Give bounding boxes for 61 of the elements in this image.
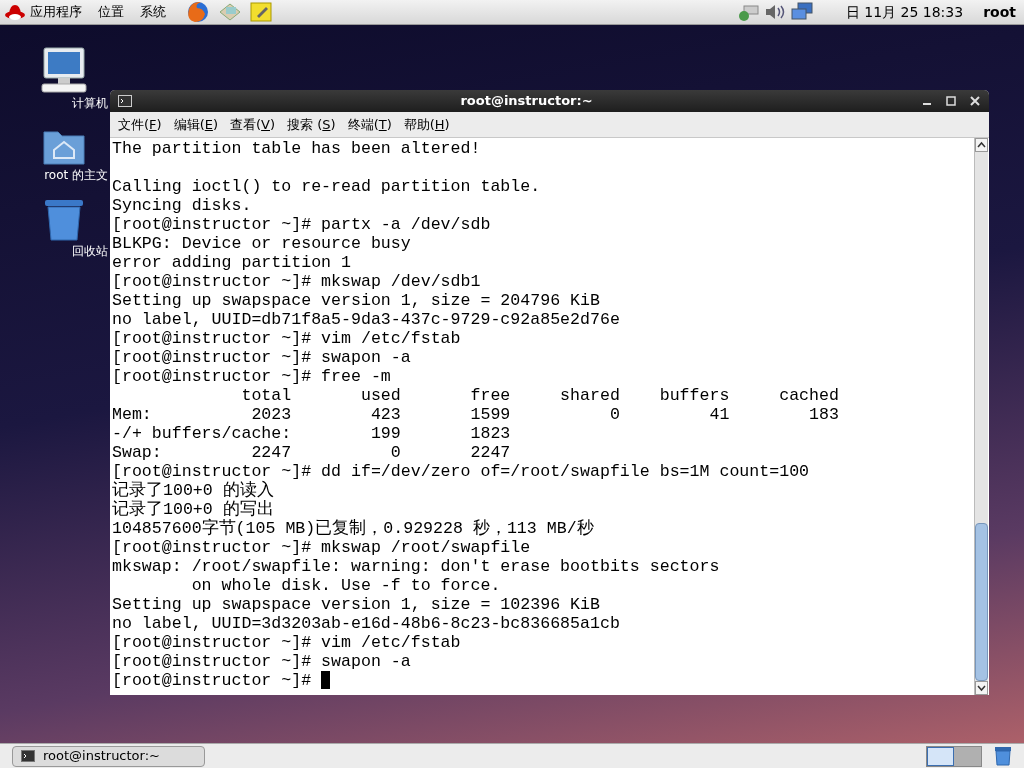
terminal-line: no label, UUID=3d3203ab-e16d-48b6-8c23-bc836685a1cb xyxy=(112,614,620,633)
computer-icon[interactable] xyxy=(40,46,88,94)
menu-item[interactable]: 查看(V) xyxy=(230,114,276,135)
terminal-line: Calling ioctl() to re-read partition table. xyxy=(112,177,541,196)
trash-icon[interactable] xyxy=(43,198,85,242)
menu-item[interactable]: 终端(T) xyxy=(347,114,392,135)
terminal-icon xyxy=(118,95,132,107)
terminal-line: mkswap: /root/swapfile: warning: don't erase bootbits sectors xyxy=(112,557,720,576)
terminal-line: no label, UUID=db71f8a5-9da3-437c-9729-c92a85e2d76e xyxy=(112,310,620,329)
terminal-line: [root@instructor ~]# mkswap /dev/sdb1 xyxy=(112,272,481,291)
terminal-line: Setting up swapspace version 1, size = 102396 KiB xyxy=(112,595,600,614)
scroll-down-icon[interactable] xyxy=(975,681,988,695)
terminal-line: Swap: 2247 0 2247 xyxy=(112,443,511,462)
terminal-line: [root@instructor ~]# dd if=/dev/zero of=/root/swapfile bs=1M count=100 xyxy=(112,462,810,481)
terminal-line: BLKPG: Device or resource busy xyxy=(112,234,411,253)
terminal-line: Setting up swapspace version 1, size = 204796 KiB xyxy=(112,291,600,310)
panel-menu[interactable]: 位置 xyxy=(98,2,124,22)
panel-menu[interactable]: 应用程序 xyxy=(30,2,82,22)
terminal-line: [root@instructor ~]# xyxy=(112,671,313,690)
terminal-line: [root@instructor ~]# vim /etc/fstab xyxy=(112,329,461,348)
menu-item[interactable]: 文件(F) xyxy=(118,114,162,135)
scroll-up-icon[interactable] xyxy=(975,138,988,152)
terminal-line: total used free shared buffers cached xyxy=(240,386,839,405)
notepad-icon[interactable] xyxy=(250,2,272,22)
maximize-icon[interactable] xyxy=(945,95,957,107)
globe-browser-icon[interactable] xyxy=(186,1,210,23)
terminal-line: [root@instructor ~]# swapon -a xyxy=(112,348,411,367)
terminal-line: [root@instructor ~]# free -m xyxy=(112,367,391,386)
terminal-line: [root@instructor ~]# partx -a /dev/sdb xyxy=(112,215,491,234)
terminal-line: 记录了100+0 的写出 xyxy=(112,500,274,519)
task-button[interactable]: root@instructor:~ xyxy=(12,745,205,767)
clock[interactable]: 日 11月 25 18:33 xyxy=(845,1,964,23)
trash-icon[interactable] xyxy=(994,746,1012,766)
terminal-line: error adding partition 1 xyxy=(112,253,351,272)
menu-item[interactable]: 帮助(H) xyxy=(403,114,450,135)
terminal-line: Syncing disks. xyxy=(112,196,252,215)
terminal-line: 104857600字节(105 MB)已复制，0.929228 秒，113 MB/秒 xyxy=(112,519,594,538)
terminal-line: Mem: 2023 423 1599 0 41 183 xyxy=(112,405,839,424)
terminal-line: [root@instructor ~]# mkswap /root/swapfile xyxy=(112,538,531,557)
terminal-line: -/+ buffers/cache: 199 1823 xyxy=(112,424,511,443)
scrollbar[interactable] xyxy=(974,138,988,695)
panel-menu[interactable]: 系统 xyxy=(140,2,166,22)
hat-logo-icon[interactable] xyxy=(4,3,26,21)
menu-item[interactable]: 搜索 (S) xyxy=(287,114,336,135)
terminal-line: [root@instructor ~]# swapon -a xyxy=(112,652,411,671)
window-title: root@instructor:~ xyxy=(459,92,594,111)
desktop-icon-label[interactable]: 回收站 xyxy=(72,242,108,260)
scrollbar-thumb[interactable] xyxy=(975,523,988,681)
user-name[interactable]: root xyxy=(983,1,1016,23)
speaker-icon[interactable] xyxy=(763,2,786,22)
menu-item[interactable]: 编辑(E) xyxy=(173,114,218,135)
terminal-icon xyxy=(21,750,35,762)
terminal-line: on whole disk. Use -f to force. xyxy=(190,576,501,595)
terminal-line: The partition table has been altered! xyxy=(112,139,481,158)
workspace[interactable] xyxy=(927,746,954,766)
terminal-line: [root@instructor ~]# vim /etc/fstab xyxy=(112,633,461,652)
desktop-icon-label[interactable]: 计算机 xyxy=(72,94,108,112)
terminal-line: 记录了100+0 的读入 xyxy=(112,481,274,500)
close-icon[interactable] xyxy=(969,95,981,107)
desktop-icon-label[interactable]: root 的主文 xyxy=(44,166,108,184)
monitors-icon[interactable] xyxy=(789,2,814,22)
